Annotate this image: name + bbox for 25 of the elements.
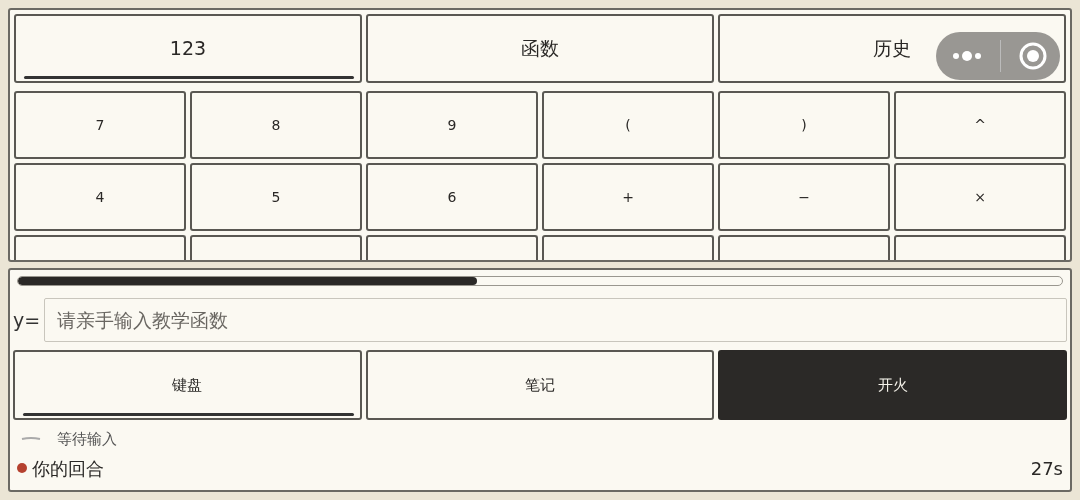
mode-tab[interactable]: 笔记: [365, 350, 715, 420]
fire-button[interactable]: 开火: [718, 350, 1067, 420]
key-button[interactable]: −: [718, 163, 890, 231]
key-button[interactable]: 5: [190, 163, 362, 231]
formula-input-field[interactable]: 请亲手输入教学函数: [44, 298, 1067, 342]
close-target-icon[interactable]: [1019, 42, 1047, 70]
key-button[interactable]: ×: [894, 163, 1066, 231]
key-button[interactable]: 4: [14, 163, 186, 231]
key-button[interactable]: 7: [14, 91, 186, 159]
key-button[interactable]: 8: [190, 91, 362, 159]
key-button[interactable]: 9: [366, 91, 538, 159]
dash-icon: [21, 437, 41, 442]
key-button[interactable]: 6: [366, 163, 538, 231]
turn-text: 你的回合: [32, 456, 104, 481]
formula-prefix: y=: [13, 307, 41, 333]
key-button[interactable]: ^: [894, 91, 1066, 159]
mode-tab[interactable]: 键盘: [13, 350, 362, 420]
countdown-timer: 27s: [1030, 456, 1063, 481]
status-text: 等待输入: [57, 429, 117, 450]
key-button[interactable]: ): [718, 91, 890, 159]
key-button[interactable]: +: [542, 163, 714, 231]
more-icon[interactable]: [952, 50, 982, 62]
key-button[interactable]: (: [542, 91, 714, 159]
tab[interactable]: 函数: [366, 14, 714, 83]
tab[interactable]: 123: [14, 14, 362, 83]
